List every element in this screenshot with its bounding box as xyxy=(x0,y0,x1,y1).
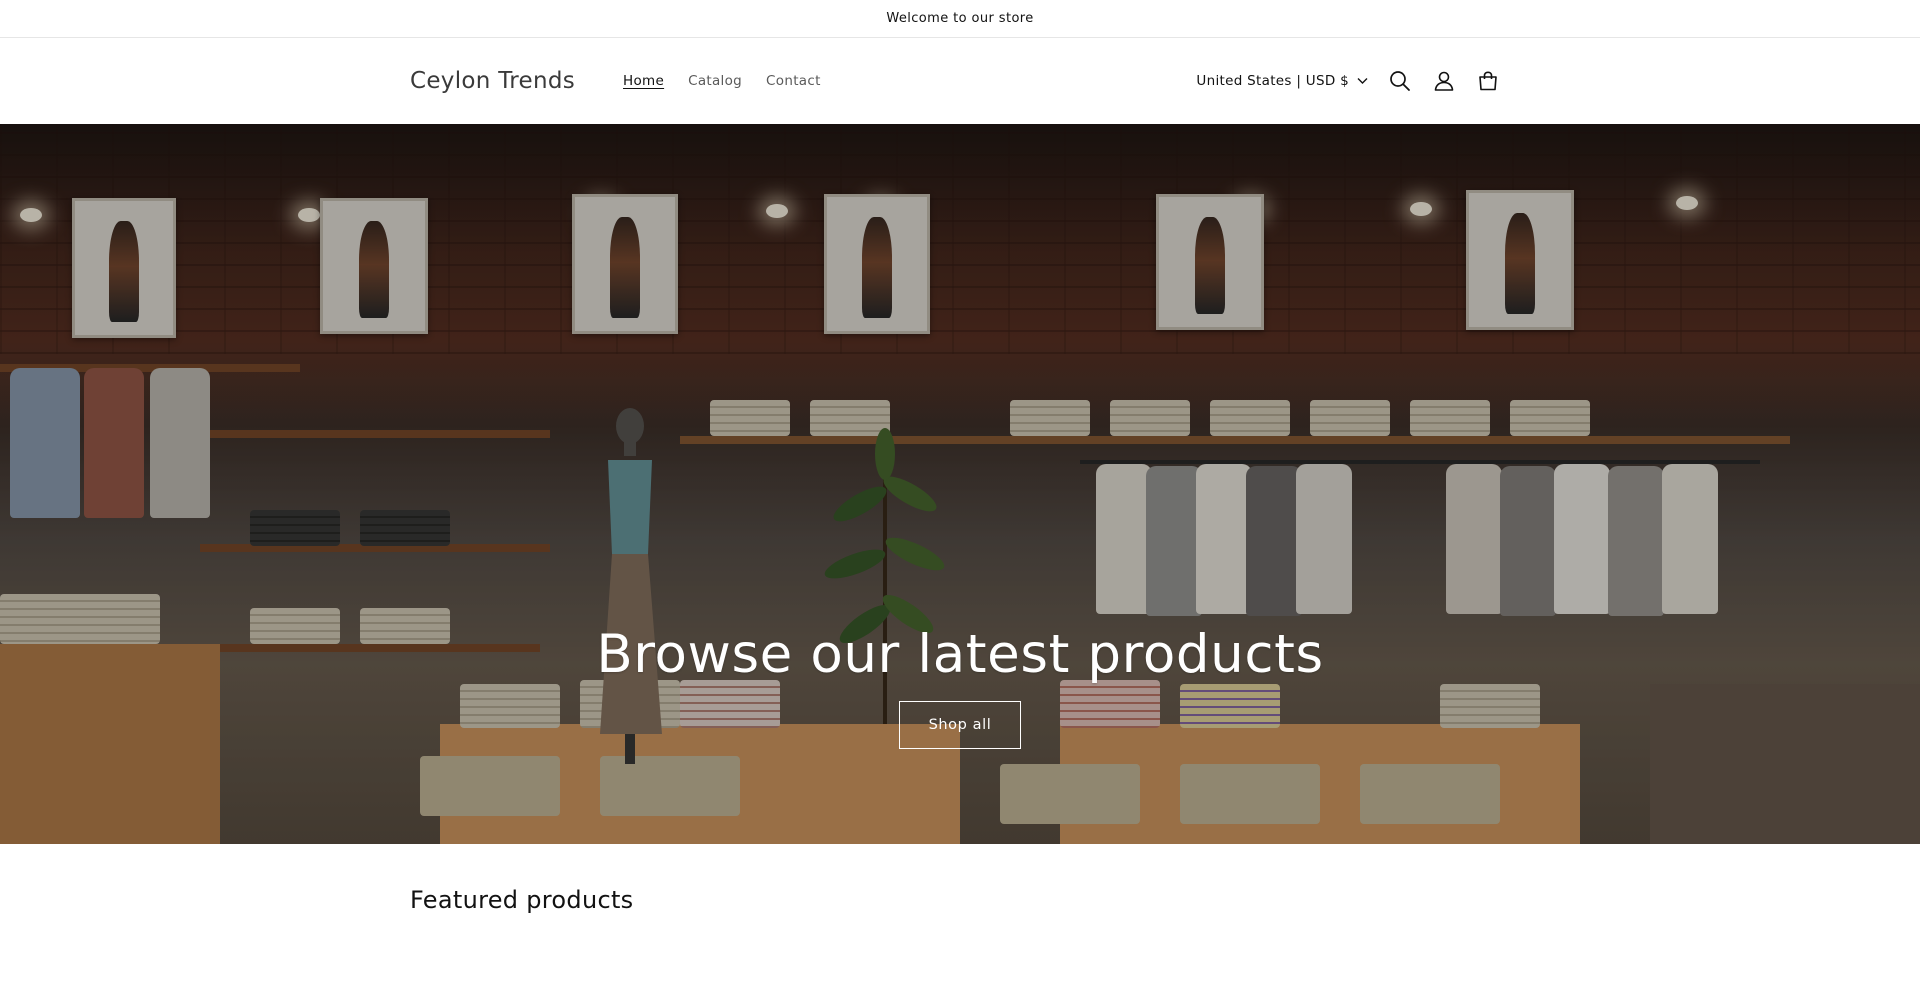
cart-icon xyxy=(1479,71,1497,91)
hero-content: Browse our latest products Shop all xyxy=(0,624,1920,749)
nav-home[interactable]: Home xyxy=(611,73,676,89)
main-nav: Home Catalog Contact xyxy=(611,73,833,89)
store-logo[interactable]: Ceylon Trends xyxy=(410,68,575,94)
site-header: Ceylon Trends Home Catalog Contact Unite… xyxy=(0,38,1920,124)
hero-banner: Browse our latest products Shop all xyxy=(0,124,1920,844)
announcement-bar: Welcome to our store xyxy=(0,0,1920,38)
featured-products-heading: Featured products xyxy=(410,886,634,914)
chevron-down-icon xyxy=(1357,78,1368,84)
country-currency-selector[interactable]: United States | USD $ xyxy=(1196,73,1368,89)
hero-title: Browse our latest products xyxy=(596,624,1324,685)
cart-button[interactable] xyxy=(1466,59,1510,103)
search-icon xyxy=(1390,71,1410,91)
account-button[interactable] xyxy=(1422,59,1466,103)
announcement-text: Welcome to our store xyxy=(886,11,1034,26)
header-inner: Ceylon Trends Home Catalog Contact Unite… xyxy=(410,38,1510,124)
country-currency-label: United States | USD $ xyxy=(1196,73,1349,89)
search-button[interactable] xyxy=(1378,59,1422,103)
account-icon xyxy=(1434,71,1454,91)
header-actions: United States | USD $ xyxy=(1196,59,1510,103)
shop-all-button[interactable]: Shop all xyxy=(899,701,1021,749)
nav-catalog[interactable]: Catalog xyxy=(676,73,754,89)
nav-contact[interactable]: Contact xyxy=(754,73,833,89)
